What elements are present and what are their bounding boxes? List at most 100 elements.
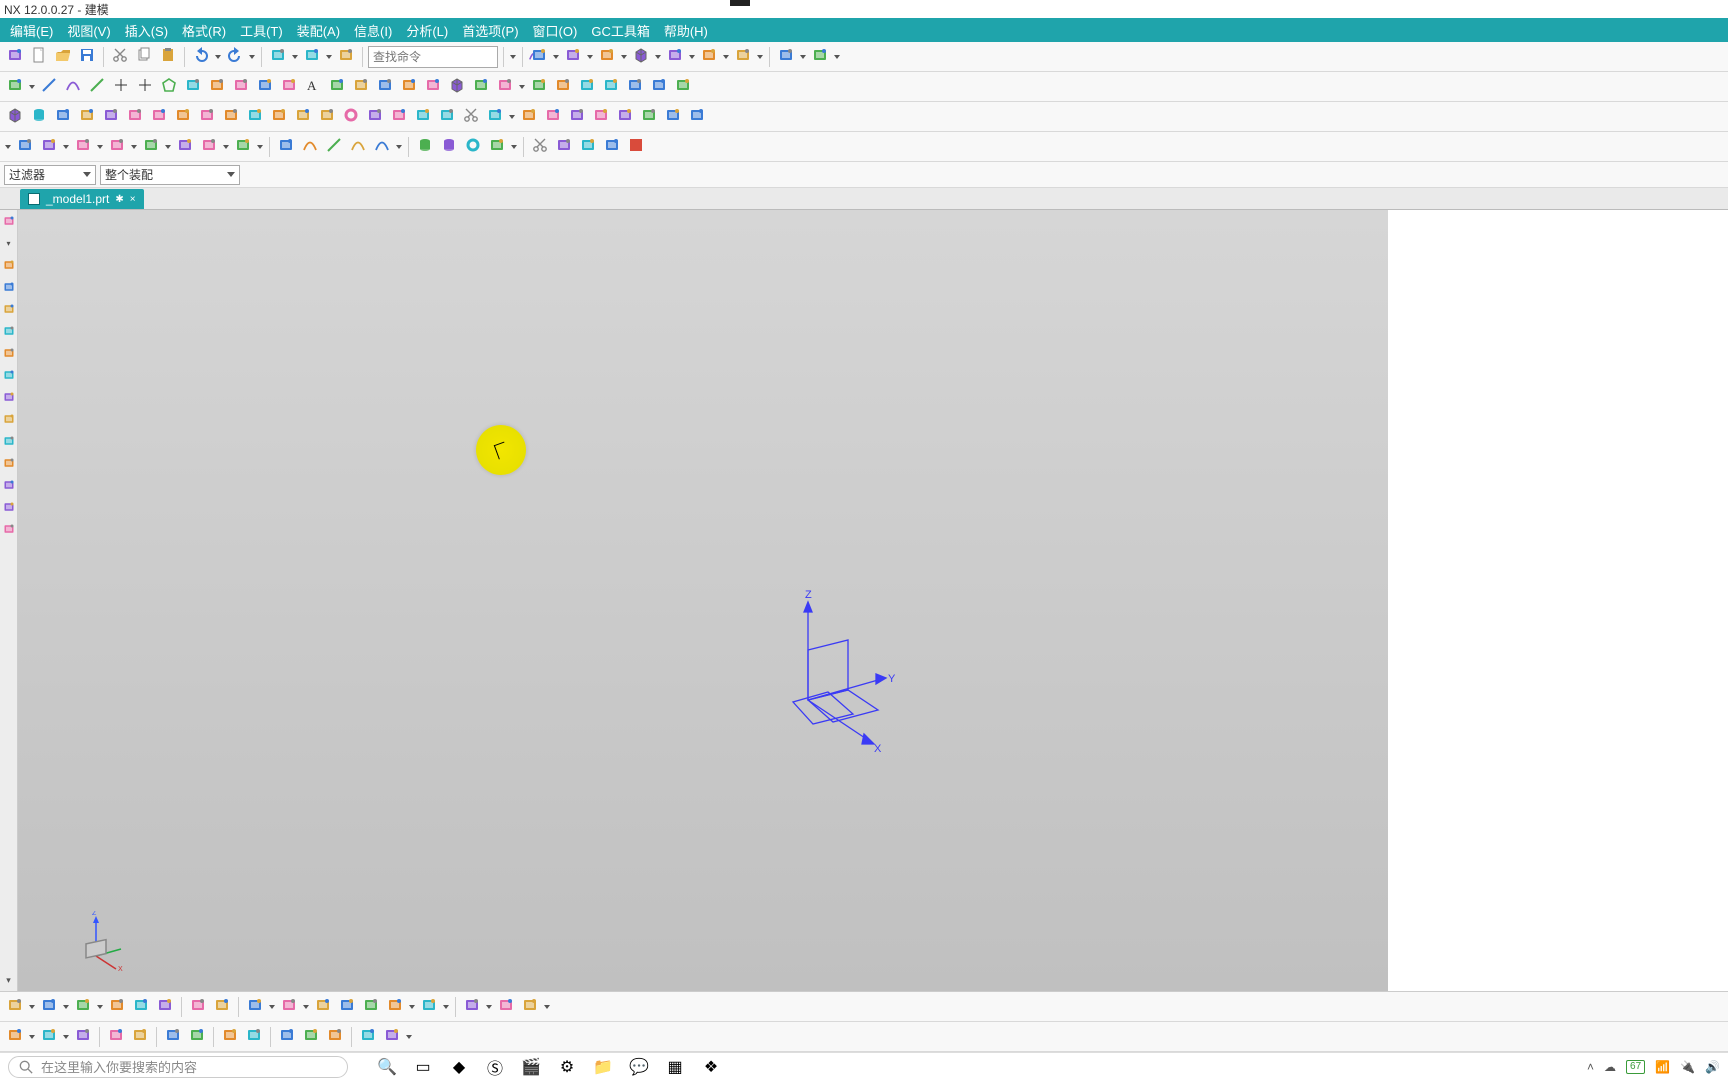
tray-up-icon[interactable]: ˄	[1587, 1060, 1594, 1074]
c3-button[interactable]	[72, 1026, 94, 1048]
green2-button[interactable]	[686, 106, 708, 128]
flange-button[interactable]	[388, 106, 410, 128]
menu-窗口o[interactable]: 窗口(O)	[527, 19, 584, 42]
dropdown-arrow-icon[interactable]	[28, 76, 36, 98]
c14-button[interactable]	[381, 1026, 403, 1048]
polygon-button[interactable]	[158, 76, 180, 98]
dropdown-arrow-icon[interactable]	[222, 136, 230, 158]
coil-button[interactable]	[316, 106, 338, 128]
resource-feat-button[interactable]	[2, 258, 16, 272]
resource-tool3-button[interactable]	[2, 390, 16, 404]
resource-layer-button[interactable]	[2, 302, 16, 316]
c11-button[interactable]	[300, 1026, 322, 1048]
ring-button[interactable]	[462, 136, 484, 158]
cube-button[interactable]	[630, 46, 652, 68]
pocket-button[interactable]	[72, 136, 94, 158]
pin-button[interactable]	[364, 106, 386, 128]
menu-帮助h[interactable]: 帮助(H)	[658, 19, 714, 42]
menu-视图v[interactable]: 视图(V)	[61, 19, 116, 42]
menu-编辑e[interactable]: 编辑(E)	[4, 19, 59, 42]
b18-button[interactable]	[519, 996, 541, 1018]
tab-close-icon[interactable]: ×	[130, 194, 136, 205]
resource-bar-expand-icon[interactable]: ▾	[2, 973, 16, 987]
dropdown-arrow-icon[interactable]	[722, 46, 730, 68]
dropdown-arrow-icon[interactable]	[543, 996, 551, 1018]
clip-button[interactable]	[664, 46, 686, 68]
b12-button[interactable]	[336, 996, 358, 1018]
feature-button[interactable]	[470, 76, 492, 98]
dropdown-arrow-icon[interactable]	[620, 46, 628, 68]
taskbar-video-icon[interactable]: 🎬	[522, 1058, 540, 1076]
dropdown-arrow-icon[interactable]	[833, 46, 841, 68]
b5-button[interactable]	[130, 996, 152, 1018]
c6-button[interactable]	[162, 1026, 184, 1048]
measure-body-button[interactable]	[232, 136, 254, 158]
dropdown-arrow-icon[interactable]	[4, 136, 12, 158]
box-button[interactable]	[4, 106, 26, 128]
b15-button[interactable]	[418, 996, 440, 1018]
taskbar-wechat-icon[interactable]: 💬	[630, 1058, 648, 1076]
surface-button[interactable]	[398, 76, 420, 98]
spring-button[interactable]	[340, 106, 362, 128]
b9-button[interactable]	[244, 996, 266, 1018]
brush-button[interactable]	[486, 136, 508, 158]
taskbar-app1-icon[interactable]: ▦	[666, 1058, 684, 1076]
command-finder[interactable]	[368, 46, 498, 68]
cone-button[interactable]	[52, 106, 74, 128]
dropdown-arrow-icon[interactable]	[291, 46, 299, 68]
resource-hist-button[interactable]	[2, 412, 16, 426]
cyl-button[interactable]	[28, 106, 50, 128]
stop-button[interactable]	[625, 136, 647, 158]
curve2-button[interactable]	[371, 136, 393, 158]
resource-sheet-button[interactable]	[2, 324, 16, 338]
b17-button[interactable]	[495, 996, 517, 1018]
dropdown-arrow-icon[interactable]	[96, 996, 104, 1018]
c9-button[interactable]	[243, 1026, 265, 1048]
chamfer-button[interactable]	[350, 76, 372, 98]
dropdown-arrow-icon[interactable]	[510, 136, 518, 158]
taskbar-taskview-icon[interactable]: ▭	[414, 1058, 432, 1076]
tray-power-icon[interactable]: 🔌	[1680, 1060, 1695, 1074]
c4-button[interactable]	[105, 1026, 127, 1048]
dropdown-arrow-icon[interactable]	[268, 996, 276, 1018]
resource-clip-button[interactable]	[2, 478, 16, 492]
gold2-button[interactable]	[542, 106, 564, 128]
new-file-button[interactable]	[28, 46, 50, 68]
blue2-button[interactable]	[552, 76, 574, 98]
tangent-button[interactable]	[230, 76, 252, 98]
b16-button[interactable]	[461, 996, 483, 1018]
dropdown-arrow-icon[interactable]	[485, 996, 493, 1018]
extrude-button[interactable]	[148, 106, 170, 128]
b10-button[interactable]	[278, 996, 300, 1018]
dropdown-arrow-icon[interactable]	[508, 106, 516, 128]
x-button[interactable]	[14, 136, 36, 158]
open-button[interactable]	[52, 46, 74, 68]
b6-button[interactable]	[154, 996, 176, 1018]
square-button[interactable]	[301, 46, 323, 68]
dropdown-arrow-icon[interactable]	[214, 46, 222, 68]
dropdown-arrow-icon[interactable]	[408, 996, 416, 1018]
wrap-button[interactable]	[275, 136, 297, 158]
fillet-button[interactable]	[206, 76, 228, 98]
assembly-button[interactable]	[809, 46, 831, 68]
measure-button[interactable]	[672, 76, 694, 98]
taskbar-search[interactable]: 在这里输入你要搜索的内容	[8, 1056, 348, 1078]
b3-button[interactable]	[72, 996, 94, 1018]
dropdown-arrow-icon[interactable]	[130, 136, 138, 158]
c12-button[interactable]	[324, 1026, 346, 1048]
clip2-button[interactable]	[638, 106, 660, 128]
cut-button[interactable]	[460, 106, 482, 128]
dropdown-arrow-icon[interactable]	[799, 46, 807, 68]
undo-button[interactable]	[190, 46, 212, 68]
tray-wifi-icon[interactable]: 📶	[1655, 1060, 1670, 1074]
point-button[interactable]	[110, 76, 132, 98]
spline2-button[interactable]	[323, 136, 345, 158]
command-finder-input[interactable]	[373, 50, 528, 64]
filter-type-combo[interactable]: 过滤器	[4, 165, 96, 185]
cut-plane-button[interactable]	[529, 136, 551, 158]
dropdown-arrow-icon[interactable]	[164, 136, 172, 158]
sheet-button[interactable]	[267, 46, 289, 68]
tray-cloud-icon[interactable]: ☁	[1604, 1060, 1616, 1074]
sweep2-button[interactable]	[106, 136, 128, 158]
screw-button[interactable]	[268, 106, 290, 128]
